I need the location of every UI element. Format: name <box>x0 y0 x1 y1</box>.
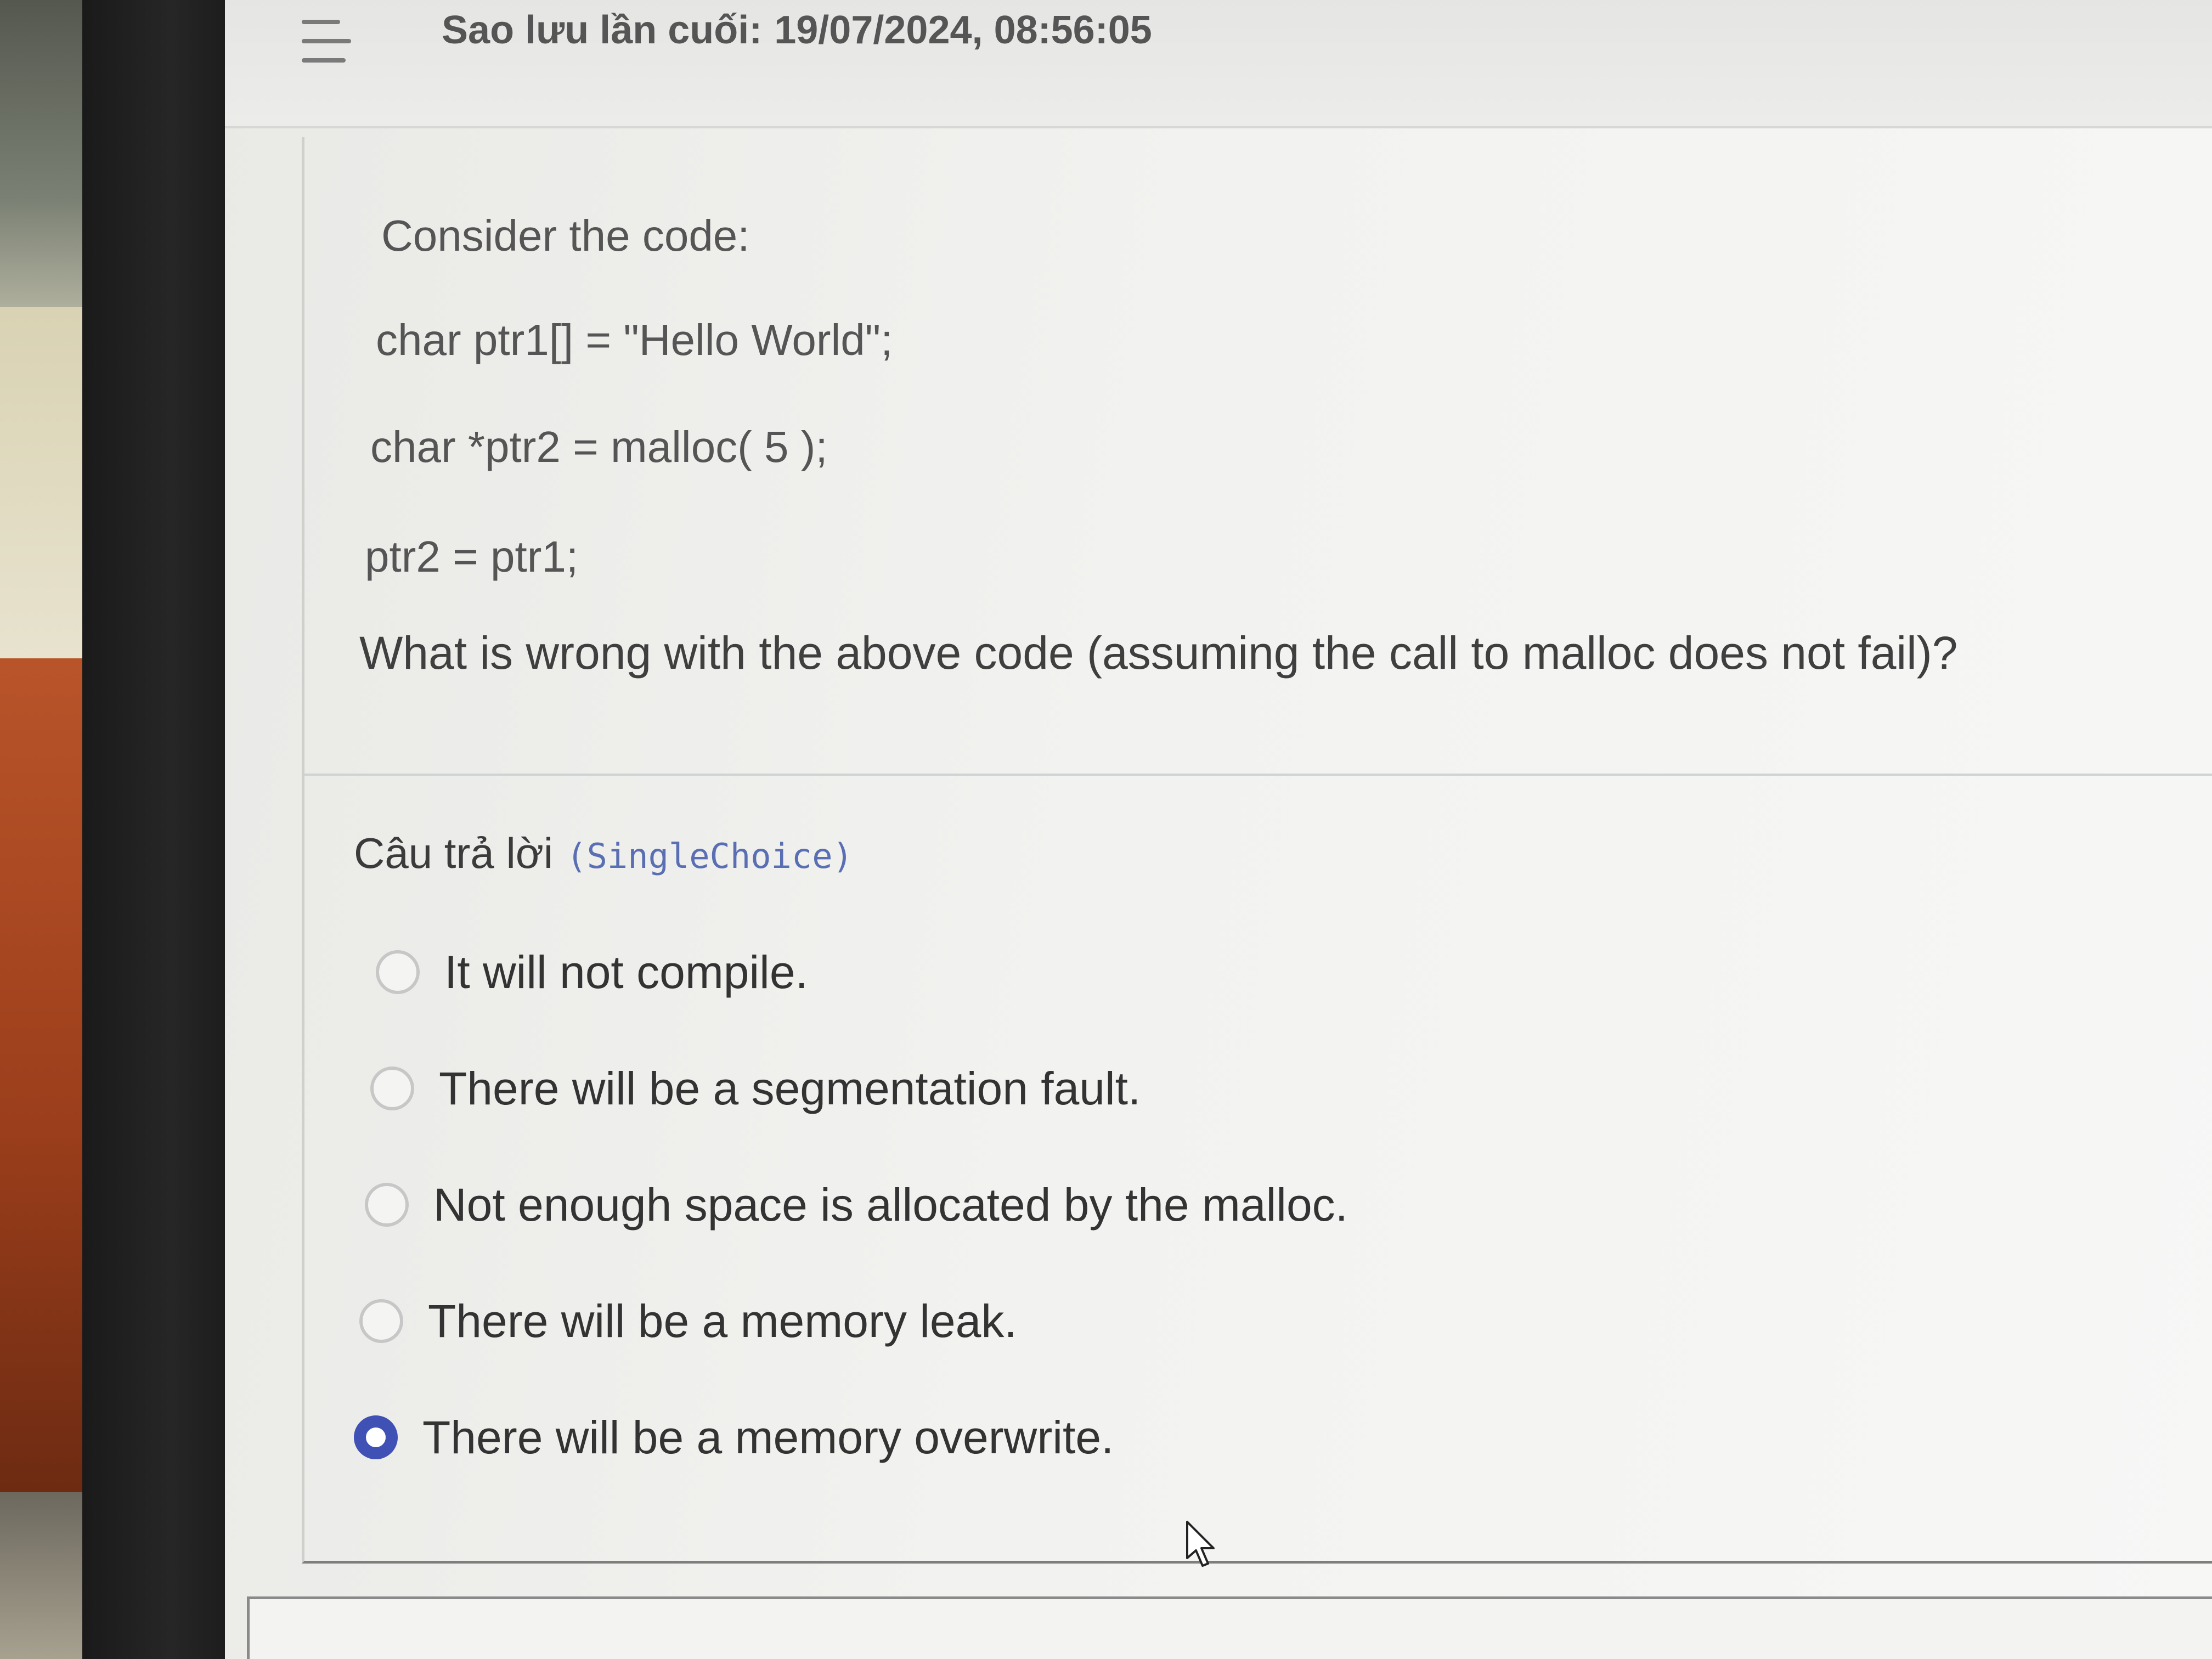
code-line: char ptr1[] = "Hello World"; <box>376 315 893 364</box>
radio-button-icon[interactable] <box>376 950 420 994</box>
code-line: char *ptr2 = malloc( 5 ); <box>370 422 828 471</box>
answer-option[interactable]: It will not compile. <box>376 939 2164 1005</box>
question-card: Consider the code: char ptr1[] = "Hello … <box>302 137 2212 1564</box>
answer-option-label: It will not compile. <box>444 946 808 998</box>
radio-button-icon[interactable] <box>359 1299 403 1343</box>
radio-button-icon[interactable] <box>370 1066 414 1110</box>
last-saved-status: Sao lưu lần cuối: 19/07/2024, 08:56:05 <box>442 0 1152 60</box>
answer-option-label: There will be a memory leak. <box>428 1295 1017 1347</box>
radio-button-checked-icon[interactable] <box>354 1415 398 1459</box>
mouse-pointer-icon <box>1186 1521 1215 1567</box>
answer-option[interactable]: There will be a memory leak. <box>359 1288 2164 1354</box>
answers-heading-label: Câu trả lời <box>354 829 554 877</box>
answers-heading: Câu trả lời (SingleChoice) <box>354 828 2164 889</box>
next-question-card <box>247 1596 2212 1659</box>
app-screen: Sao lưu lần cuối: 19/07/2024, 08:56:05 C… <box>225 0 2212 1659</box>
answer-option[interactable]: Not enough space is allocated by the mal… <box>365 1172 2164 1238</box>
question-prompt: What is wrong with the above code (assum… <box>359 627 1958 679</box>
answer-option-label: There will be a segmentation fault. <box>439 1062 1141 1114</box>
answer-option-label: There will be a memory overwrite. <box>422 1411 1114 1463</box>
section-divider <box>304 774 2212 776</box>
answer-option-label: Not enough space is allocated by the mal… <box>433 1178 1348 1231</box>
answer-type-label: (SingleChoice) <box>566 836 853 876</box>
hamburger-menu-icon[interactable] <box>302 16 351 66</box>
code-line: ptr2 = ptr1; <box>365 532 579 581</box>
last-saved-timestamp: 19/07/2024, 08:56:05 <box>774 8 1152 52</box>
last-saved-label: Sao lưu lần cuối: <box>442 8 763 52</box>
radio-button-icon[interactable] <box>365 1183 409 1227</box>
question-intro: Consider the code: <box>381 211 750 260</box>
monitor-bezel <box>82 0 230 1659</box>
top-bar: Sao lưu lần cuối: 19/07/2024, 08:56:05 <box>225 0 2212 128</box>
answer-option-selected[interactable]: There will be a memory overwrite. <box>354 1404 2164 1470</box>
answer-section: Câu trả lời (SingleChoice) It will not c… <box>354 828 2164 1470</box>
answer-option[interactable]: There will be a segmentation fault. <box>370 1056 2164 1121</box>
